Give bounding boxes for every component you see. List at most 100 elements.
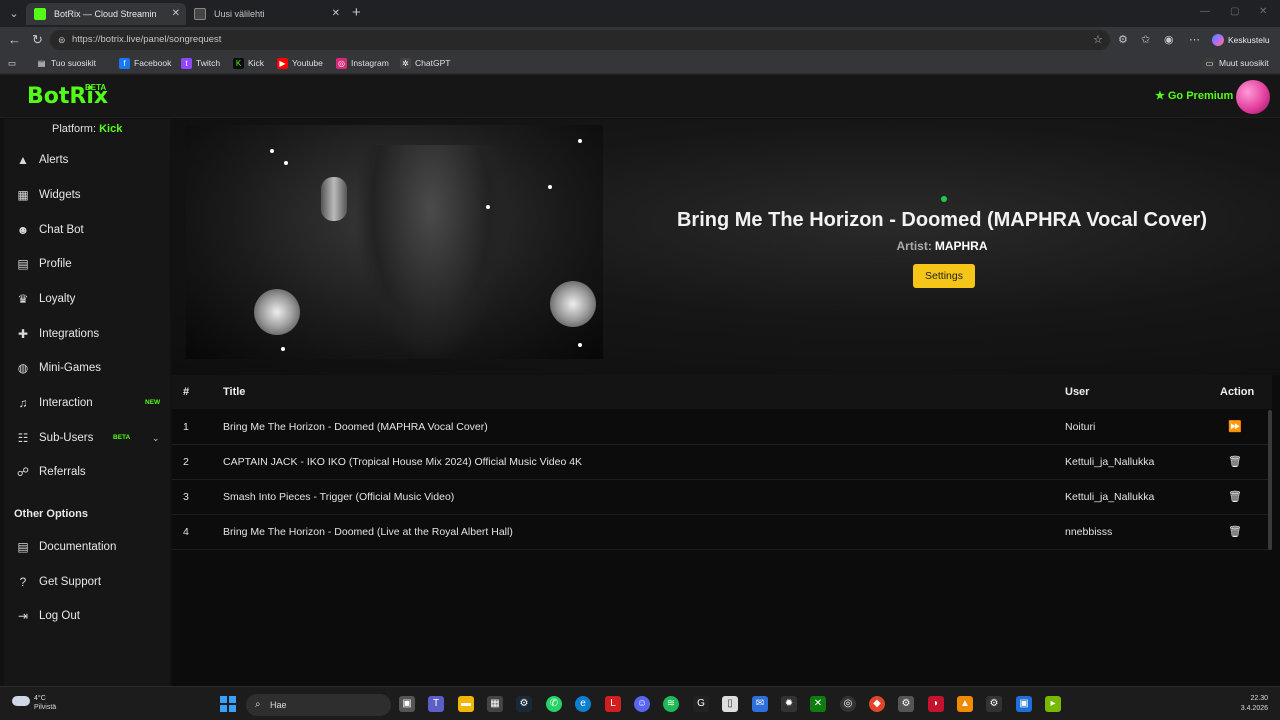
row-title: Smash Into Pieces - Trigger (Official Mu… <box>223 491 455 503</box>
sidebar-item-mini-games[interactable]: ◍ Mini-Games <box>4 355 170 381</box>
song-request-panel: Bring Me The Horizon - Doomed (MAPHRA Vo… <box>172 119 1280 686</box>
column-header-title: Title <box>223 386 246 398</box>
close-window-icon[interactable]: ✕ <box>1259 6 1267 17</box>
system-clock[interactable]: 22.30 3.4.2026 <box>1232 694 1268 714</box>
url-field[interactable]: ⊜ https://botrix.live/panel/songrequest <box>50 30 1110 50</box>
trash-icon[interactable]: 🗑 <box>1228 480 1242 514</box>
app-l-icon[interactable]: L <box>605 696 621 712</box>
sidebar-item-referrals[interactable]: ☍ Referrals <box>4 459 170 485</box>
instagram-icon: ◎ <box>336 58 347 69</box>
profile-card-icon: ▤ <box>17 257 29 271</box>
site-info-icon[interactable]: ⊜ <box>58 30 66 50</box>
bookmark-facebook[interactable]: f Facebook <box>119 57 171 70</box>
maximize-icon[interactable]: ▢ <box>1230 6 1239 17</box>
minimize-icon[interactable]: — <box>1200 6 1210 17</box>
edge-icon[interactable]: e <box>575 696 591 712</box>
app-orange-icon[interactable]: ◆ <box>869 696 885 712</box>
tab-list-chevron-icon[interactable]: ⌄ <box>6 6 22 22</box>
start-button-icon[interactable] <box>220 696 236 712</box>
nvidia-icon[interactable]: ▸ <box>1045 696 1061 712</box>
browser-tab-new[interactable]: Uusi välilehti ✕ <box>186 3 346 25</box>
xbox-icon[interactable]: ✕ <box>810 696 826 712</box>
bookmark-instagram[interactable]: ◎ Instagram <box>336 57 389 70</box>
sidebar-item-interaction[interactable]: ♫ Interaction NEW <box>4 390 170 416</box>
bookmark-import[interactable]: ▤ Tuo suosikit <box>36 57 96 70</box>
skip-forward-icon[interactable]: ⏩ <box>1228 410 1242 444</box>
app-notify-icon[interactable]: ⚙ <box>986 696 1002 712</box>
sidebar-item-widgets[interactable]: ▦ Widgets <box>4 182 170 208</box>
sidebar-item-integrations[interactable]: ✚ Integrations <box>4 321 170 347</box>
os-taskbar: 4°C Pilvistä ⌕ Hae ▣ T ▬ ▦ ⚙ ✆ e L ☺ ≋ G… <box>0 686 1280 720</box>
video-player[interactable] <box>186 125 603 359</box>
profile-icon[interactable]: ◉ <box>1164 33 1174 46</box>
reload-icon[interactable]: ↻ <box>32 32 43 48</box>
sidebar-item-label: Alerts <box>39 154 69 166</box>
weather-widget[interactable]: 4°C Pilvistä <box>12 694 56 712</box>
bookmark-kick[interactable]: K Kick <box>233 57 264 70</box>
back-arrow-icon[interactable]: ← <box>8 32 21 47</box>
teams-icon[interactable]: T <box>428 696 444 712</box>
favorites-list-icon[interactable]: ✩ <box>1141 33 1150 46</box>
store-icon[interactable]: ▦ <box>487 696 503 712</box>
search-placeholder: Hae <box>270 700 287 710</box>
video-bokeh <box>284 161 288 165</box>
bookmark-youtube[interactable]: ▶ Youtube <box>277 57 323 70</box>
go-premium-label: Go Premium <box>1167 90 1234 102</box>
settings-gear-icon[interactable]: ✹ <box>781 696 797 712</box>
other-bookmarks[interactable]: ▭ Muut suosikit <box>1204 57 1269 70</box>
address-toolbar: ← ↻ ⊜ https://botrix.live/panel/songrequ… <box>0 27 1280 53</box>
spotify-icon[interactable]: ≋ <box>663 696 679 712</box>
notepad-icon[interactable]: ▯ <box>722 696 738 712</box>
sidebar-item-sub-users[interactable]: ☷ Sub-Users BETA ⌄ <box>4 425 170 451</box>
sidebar-item-label: Profile <box>39 258 72 270</box>
app-g-icon[interactable]: G <box>693 696 709 712</box>
close-tab-icon[interactable]: ✕ <box>172 3 180 25</box>
taskbar-search[interactable]: ⌕ Hae <box>246 694 391 716</box>
kick-icon: K <box>233 58 244 69</box>
sidebar-item-loyalty[interactable]: ♛ Loyalty <box>4 286 170 312</box>
app-gear-icon[interactable]: ⚙ <box>898 696 914 712</box>
file-explorer-icon[interactable]: ▬ <box>458 696 474 712</box>
new-badge: NEW <box>145 399 161 406</box>
close-tab-icon[interactable]: ✕ <box>332 3 340 25</box>
bookmark-twitch[interactable]: t Twitch <box>181 57 220 70</box>
app-circle-icon[interactable]: ◎ <box>840 696 856 712</box>
sidebar-item-documentation[interactable]: ▤ Documentation <box>4 534 170 560</box>
tab-title: Uusi välilehti <box>214 9 265 19</box>
mail-icon[interactable]: ✉ <box>752 696 768 712</box>
settings-button[interactable]: Settings <box>913 264 975 288</box>
row-user: nnebbisss <box>1065 526 1113 538</box>
bookmark-chatgpt[interactable]: ✲ ChatGPT <box>400 57 450 70</box>
vlc-icon[interactable]: ▲ <box>957 696 973 712</box>
task-view-icon[interactable]: ▣ <box>399 696 415 712</box>
trash-icon[interactable]: 🗑 <box>1228 445 1242 479</box>
go-premium-button[interactable]: ★ Go Premium <box>1155 89 1233 102</box>
browser-tab-botrix[interactable]: BotRix — Cloud Streaming Bot ✕ <box>26 3 186 25</box>
app-blue-icon[interactable]: ▣ <box>1016 696 1032 712</box>
discord-icon[interactable]: ☺ <box>634 696 650 712</box>
robot-icon: ☻ <box>16 223 30 237</box>
bookmarks-bar: ▭ ▤ Tuo suosikit f Facebook t Twitch K Kick … <box>0 53 1280 74</box>
chat-button-label: Keskustelu <box>1228 35 1270 45</box>
sidebar-item-log-out[interactable]: ⇥ Log Out <box>4 603 170 629</box>
new-tab-plus-icon[interactable]: + <box>352 4 361 21</box>
sidebar-item-chat-bot[interactable]: ☻ Chat Bot <box>4 217 170 243</box>
app-red-icon[interactable]: ◗ <box>928 696 944 712</box>
trash-icon[interactable]: 🗑 <box>1228 515 1242 549</box>
table-row: 4 Bring Me The Horizon - Doomed (Live at… <box>172 515 1272 550</box>
favorite-star-icon[interactable]: ☆ <box>1093 33 1103 46</box>
user-avatar[interactable] <box>1236 80 1270 114</box>
referral-icon: ☍ <box>16 465 30 479</box>
steam-icon[interactable]: ⚙ <box>516 696 532 712</box>
sidebar-toggle-icon[interactable]: ▭ <box>8 57 16 70</box>
chevron-down-icon[interactable]: ⌄ <box>152 425 160 451</box>
sidebar-item-alerts[interactable]: ▲ Alerts <box>4 147 170 173</box>
queue-scrollbar[interactable] <box>1268 410 1272 550</box>
copilot-chat-button[interactable]: Keskustelu <box>1210 30 1270 50</box>
row-title: CAPTAIN JACK - IKO IKO (Tropical House M… <box>223 456 583 468</box>
whatsapp-icon[interactable]: ✆ <box>546 696 562 712</box>
extensions-icon[interactable]: ⚙ <box>1118 33 1128 46</box>
more-menu-icon[interactable]: ⋯ <box>1189 33 1200 46</box>
sidebar-item-get-support[interactable]: ? Get Support <box>4 569 170 595</box>
sidebar-item-profile[interactable]: ▤ Profile <box>4 251 170 277</box>
